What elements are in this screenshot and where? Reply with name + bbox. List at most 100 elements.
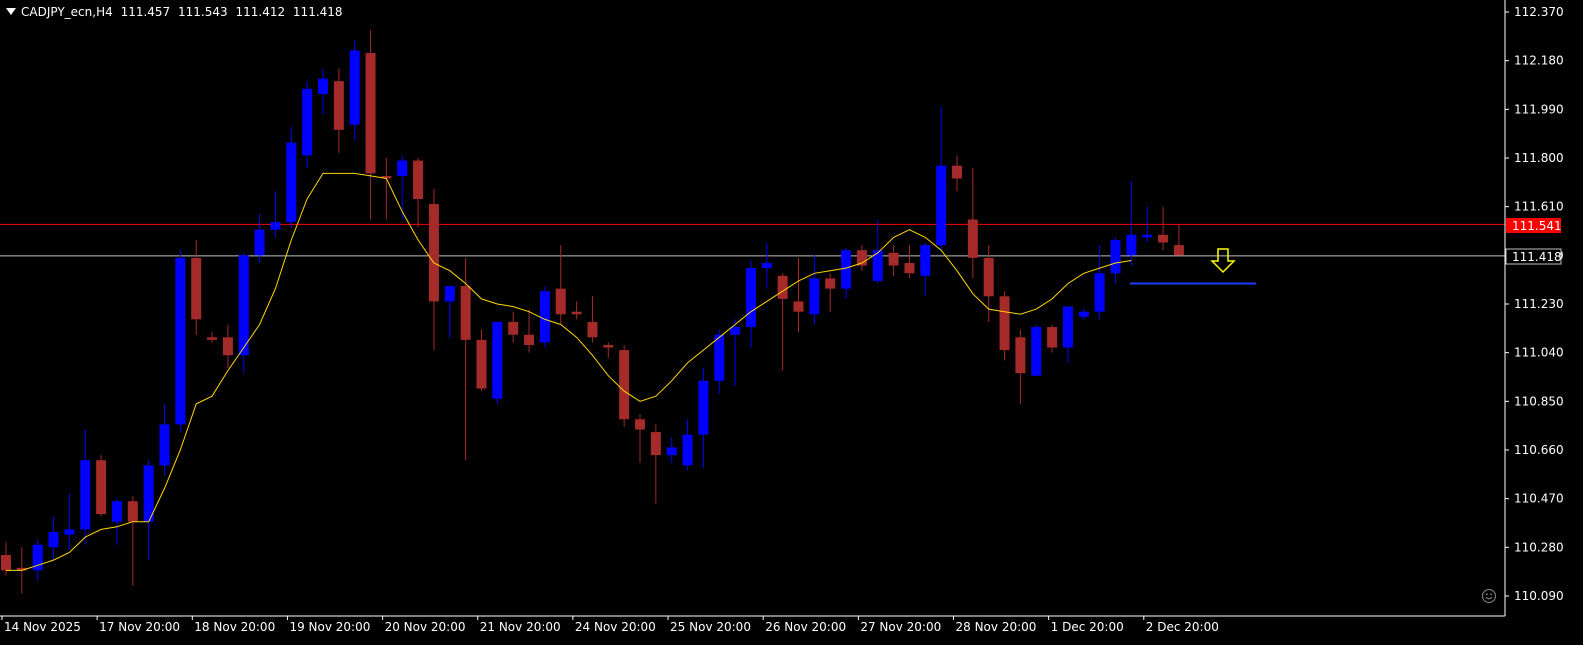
price-tick-label: 111.040 [1514, 346, 1564, 360]
candle-body [64, 529, 75, 535]
candle-body [254, 229, 265, 256]
candle-body [999, 296, 1010, 351]
candle-body [1110, 239, 1121, 274]
candle-body [841, 250, 852, 289]
candle-body [191, 257, 202, 320]
chart-background [0, 0, 1583, 645]
candle-body [286, 142, 297, 223]
candle-body [1062, 306, 1073, 348]
candle-body [318, 78, 328, 94]
candle-body [1126, 234, 1137, 256]
chart-header: CADJPY_ecn,H4 111.457 111.543 111.412 11… [6, 5, 347, 19]
candle-body [127, 501, 138, 522]
candle-body [920, 245, 931, 276]
candle-body [428, 204, 439, 302]
candle-body [635, 419, 645, 430]
candle[interactable] [619, 344, 630, 427]
candle-body [619, 350, 630, 420]
candle-body [745, 268, 756, 328]
candle-body [413, 160, 424, 199]
candle-body [1078, 311, 1089, 317]
candle-body [730, 327, 741, 335]
candle-body [1047, 327, 1058, 348]
bid-price-label: 111.418 [1512, 250, 1562, 264]
candle-body [302, 88, 313, 156]
candle-body [952, 165, 962, 179]
candle-body [159, 424, 170, 466]
price-tick-label: 111.990 [1514, 102, 1564, 116]
candle[interactable] [238, 252, 249, 374]
time-tick-label: 14 Nov 2025 [4, 620, 81, 634]
candle[interactable] [302, 81, 313, 169]
candle-body [365, 52, 376, 174]
candle-body [682, 434, 693, 466]
candle[interactable] [492, 321, 503, 404]
low-price: 111.412 [235, 5, 286, 19]
price-tick-label: 110.470 [1514, 492, 1564, 506]
time-tick-label: 26 Nov 20:00 [765, 620, 846, 634]
candle-body [80, 460, 91, 530]
time-tick-label: 19 Nov 20:00 [289, 620, 370, 634]
candle-body [1, 555, 11, 571]
candle-body [222, 337, 233, 356]
candle-body [1173, 245, 1184, 256]
price-chart[interactable]: 112.370 112.180 111.990 111.800 111.610 111.4… [0, 0, 1583, 645]
candle[interactable] [96, 455, 107, 517]
price-tick-label: 111.230 [1514, 297, 1564, 311]
candle-body [809, 278, 820, 315]
candle-body [761, 263, 772, 269]
symbol-label[interactable]: CADJPY_ecn,H4 [21, 5, 113, 19]
candle-body [936, 165, 947, 246]
candle-body [207, 337, 218, 340]
candle-body [48, 531, 59, 548]
candle-body [333, 81, 344, 130]
candle-body [666, 447, 677, 456]
price-tick-label: 110.850 [1514, 394, 1564, 408]
price-tick-label: 112.180 [1514, 54, 1564, 68]
candle-body [539, 291, 550, 343]
candle-body [587, 321, 598, 338]
candle-body [1031, 327, 1042, 376]
candle-body [1158, 234, 1169, 243]
symbol-menu-icon[interactable] [6, 8, 16, 15]
candle-body [524, 334, 535, 345]
candle-body [698, 380, 709, 435]
price-tick-label: 110.090 [1514, 589, 1564, 603]
time-tick-label: 28 Nov 20:00 [956, 620, 1037, 634]
time-tick-label: 27 Nov 20:00 [860, 620, 941, 634]
close-price: 111.418 [292, 5, 343, 19]
time-tick-label: 17 Nov 20:00 [99, 620, 180, 634]
candle-body [650, 432, 661, 456]
candle-body [983, 257, 994, 297]
open-price: 111.457 [120, 5, 171, 19]
candle-body [603, 344, 614, 348]
candle-body [1142, 234, 1153, 238]
smiley-icon[interactable] [1481, 588, 1497, 604]
candle-body [555, 288, 566, 315]
candle[interactable] [1031, 324, 1042, 376]
resistance-price-label: 111.541 [1512, 219, 1562, 233]
price-tick-label: 110.280 [1514, 540, 1564, 554]
candle-body [397, 160, 408, 176]
time-tick-label: 24 Nov 20:00 [575, 620, 656, 634]
candle-body [460, 286, 471, 340]
candle-body [825, 278, 836, 289]
candle-body [1015, 337, 1026, 374]
candle-body [476, 339, 487, 389]
candle-body [714, 334, 725, 381]
time-tick-label: 20 Nov 20:00 [385, 620, 466, 634]
price-tick-label: 111.610 [1514, 200, 1564, 214]
candle-body [238, 255, 249, 356]
candle-body [508, 321, 519, 335]
candle-body [888, 252, 899, 266]
candle-body [111, 501, 122, 522]
candle[interactable] [175, 250, 186, 433]
candle-body [349, 50, 360, 125]
time-tick-label: 21 Nov 20:00 [480, 620, 561, 634]
time-tick-label: 2 Dec 20:00 [1146, 620, 1219, 634]
candle[interactable] [999, 291, 1010, 361]
candle[interactable] [539, 286, 550, 348]
price-tick-label: 111.800 [1514, 151, 1564, 165]
high-price: 111.543 [178, 5, 228, 19]
candle-body [1094, 273, 1105, 312]
